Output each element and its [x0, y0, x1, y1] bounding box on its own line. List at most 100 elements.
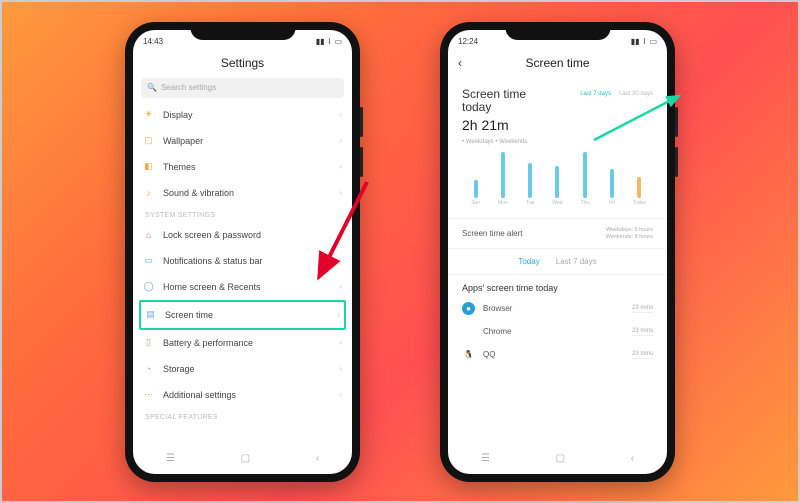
nav-home-icon[interactable]: ▢ — [556, 453, 565, 464]
app-time: 23 mins — [632, 351, 653, 359]
app-name: Chrome — [483, 327, 624, 336]
chart-bar: Fri — [598, 169, 625, 206]
additional-icon: ⋯ — [143, 389, 154, 400]
range-tabs: Last 7 days Last 30 days — [580, 91, 653, 134]
battery-icon: ▭ — [334, 37, 342, 46]
screen-time-alert-row[interactable]: Screen time alert Weekdays: 5 hours Week… — [448, 219, 667, 249]
chevron-right-icon: › — [339, 110, 342, 119]
nav-recents-icon[interactable]: ☰ — [481, 453, 490, 464]
settings-row[interactable]: ⋯Additional settings› — [133, 382, 352, 408]
signal-icon: ▮▮ — [631, 37, 640, 46]
signal-icon: ▮▮ — [316, 37, 325, 46]
row-label: Battery & performance — [163, 338, 330, 348]
screen-left: 14:43 ▮▮ ⌇ ▭ Settings 🔍 Search settings … — [133, 30, 352, 474]
apps-list: ●Browser23 mins◉Chrome23 mins🐧QQ23 mins — [448, 297, 667, 366]
chart-bar: Sun — [462, 180, 489, 206]
chevron-right-icon: › — [339, 256, 342, 265]
status-indicators: ▮▮ ⌇ ▭ — [316, 37, 342, 46]
chart-bar: Tue — [517, 163, 544, 206]
screentime-summary: Screen time today 2h 21m Last 7 days Las… — [448, 78, 667, 138]
android-navbar: ☰ ▢ ‹ — [448, 448, 667, 470]
usage-chart: SunMonTueWedThuFriToday — [448, 149, 667, 219]
settings-row[interactable]: ♪Sound & vibration› — [133, 180, 352, 206]
settings-row[interactable]: ⌂ Lock screen & password › — [133, 222, 352, 248]
tab-today[interactable]: Today — [518, 257, 539, 266]
back-button[interactable]: ‹ — [458, 56, 462, 70]
row-label: Storage — [163, 364, 330, 374]
storage-icon: ◔ — [143, 363, 154, 374]
app-row[interactable]: 🐧QQ23 mins — [448, 343, 667, 366]
settings-row[interactable]: ◔Storage› — [133, 356, 352, 382]
phone-right: 12:24 ▮▮ ⌇ ▭ ‹ Screen time Screen time t… — [440, 22, 675, 482]
chevron-right-icon: › — [339, 390, 342, 399]
themes-icon: ◧ — [143, 161, 154, 172]
nav-back-icon[interactable]: ‹ — [631, 453, 634, 464]
wifi-icon: ⌇ — [643, 37, 647, 46]
row-label: Wallpaper — [163, 136, 330, 146]
chevron-right-icon: › — [339, 162, 342, 171]
nav-home-icon[interactable]: ▢ — [241, 453, 250, 464]
app-icon: ● — [462, 302, 475, 315]
status-time: 12:24 — [458, 37, 478, 46]
chevron-right-icon: › — [339, 338, 342, 347]
alert-label: Screen time alert — [462, 229, 522, 238]
nav-recents-icon[interactable]: ☰ — [166, 453, 175, 464]
alert-detail: Weekdays: 5 hours Weekends: 8 hours — [606, 227, 653, 240]
summary-value: 2h 21m — [462, 117, 526, 133]
row-label: Display — [163, 110, 330, 120]
tab-last-30-days[interactable]: Last 30 days — [619, 91, 653, 134]
phone-left: 14:43 ▮▮ ⌇ ▭ Settings 🔍 Search settings … — [125, 22, 360, 482]
app-row[interactable]: ◉ Chrome 23 mins — [448, 320, 667, 343]
search-icon: 🔍 — [147, 83, 157, 92]
notch — [505, 22, 610, 40]
highlight-screentime: ▤ Screen time › — [139, 300, 346, 330]
chevron-right-icon: › — [337, 310, 340, 319]
settings-row[interactable]: ▢Wallpaper› — [133, 128, 352, 154]
alert-weekdays: Weekdays: 5 hours — [606, 227, 653, 234]
row-label: Themes — [163, 162, 330, 172]
chevron-right-icon: › — [339, 282, 342, 291]
status-indicators: ▮▮ ⌇ ▭ — [631, 37, 657, 46]
chart-bar: Wed — [544, 166, 571, 206]
chart-legend: • Weekdays • Weekends — [448, 137, 667, 149]
notifications-icon: ▭ — [143, 255, 154, 266]
settings-row[interactable]: ☀Display› — [133, 102, 352, 128]
nav-back-icon[interactable]: ‹ — [316, 453, 319, 464]
app-icon: ◉ — [462, 325, 475, 338]
settings-row[interactable]: ▭ Notifications & status bar › — [133, 248, 352, 274]
battery-icon: ▯ — [143, 337, 154, 348]
search-placeholder: Search settings — [161, 83, 216, 92]
summary-line2: today — [462, 101, 526, 115]
settings-list-system2: ▯Battery & performance›◔Storage›⋯Additio… — [133, 330, 352, 408]
period-tabs: Today Last 7 days — [448, 249, 667, 275]
tab-last-7-days[interactable]: Last 7 days — [580, 91, 611, 134]
lock-icon: ⌂ — [143, 229, 154, 240]
header-title-text: Screen time — [525, 56, 589, 70]
chevron-right-icon: › — [339, 230, 342, 239]
android-navbar: ☰ ▢ ‹ — [133, 448, 352, 470]
chart-bar: Mon — [489, 152, 516, 206]
apps-section-title: Apps' screen time today — [448, 275, 667, 297]
app-time: 23 mins — [632, 328, 653, 336]
section-special-label: SPECIAL FEATURES — [133, 408, 352, 424]
chart-bar: Thu — [571, 152, 598, 206]
row-label: Sound & vibration — [163, 188, 330, 198]
battery-icon: ▭ — [649, 37, 657, 46]
tab-last-7-days-apps[interactable]: Last 7 days — [556, 257, 597, 266]
row-label: Lock screen & password — [163, 230, 330, 240]
screen-right: 12:24 ▮▮ ⌇ ▭ ‹ Screen time Screen time t… — [448, 30, 667, 474]
search-input[interactable]: 🔍 Search settings — [141, 78, 344, 98]
chart-bar: Today — [626, 177, 653, 206]
status-time: 14:43 — [143, 37, 163, 46]
home-icon: ◯ — [143, 281, 154, 292]
app-row[interactable]: ● Browser 23 mins — [448, 297, 667, 320]
settings-row[interactable]: ▯ Battery & performance › — [133, 330, 352, 356]
settings-row[interactable]: ◧ Themes › — [133, 154, 352, 180]
alert-weekends: Weekends: 8 hours — [606, 234, 653, 241]
row-label: Notifications & status bar — [163, 256, 330, 266]
app-name: Browser — [483, 304, 624, 313]
app-time: 23 mins — [632, 305, 653, 313]
row-screen-time[interactable]: ▤ Screen time › — [141, 302, 344, 328]
section-system-label: SYSTEM SETTINGS — [133, 206, 352, 222]
settings-row[interactable]: ◯Home screen & Recents› — [133, 274, 352, 300]
